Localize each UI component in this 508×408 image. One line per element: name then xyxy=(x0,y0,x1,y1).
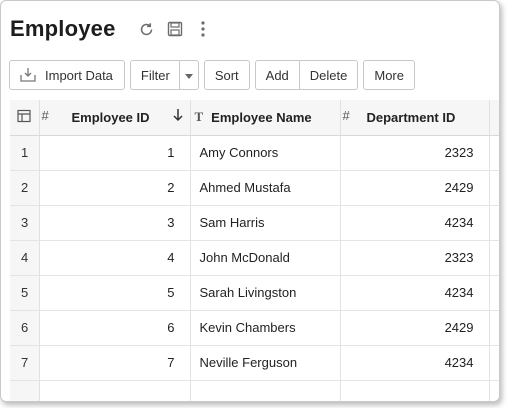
employee-name-cell[interactable]: Sarah Livingston xyxy=(190,275,341,311)
employee-id-cell[interactable]: 3 xyxy=(39,205,191,241)
import-data-label: Import Data xyxy=(45,67,113,83)
employee-id-cell[interactable] xyxy=(39,380,191,401)
employee-table: # Employee ID T Employee Name # Departme… xyxy=(10,100,499,401)
employee-id-cell[interactable]: 7 xyxy=(39,345,191,381)
employee-id-cell[interactable]: 5 xyxy=(39,275,191,311)
filter-dropdown-button[interactable] xyxy=(178,61,198,89)
employee-name-cell[interactable]: Sam Harris xyxy=(190,205,341,241)
filter-group: Filter xyxy=(129,60,199,90)
empty-cell[interactable] xyxy=(489,205,499,241)
department-id-cell[interactable]: 2429 xyxy=(340,310,490,346)
row-number: 4 xyxy=(10,240,40,276)
table-row[interactable]: 4 4 John McDonald 2323 xyxy=(10,240,499,276)
text-type-icon: T xyxy=(194,109,204,125)
table-header-row: # Employee ID T Employee Name # Departme… xyxy=(10,100,499,136)
column-header-department-id[interactable]: # Department ID xyxy=(340,100,490,136)
employee-name-cell[interactable]: Amy Connors xyxy=(190,135,341,171)
filter-button[interactable]: Filter xyxy=(131,61,179,89)
column-header-next[interactable] xyxy=(489,100,499,136)
data-grid: # Employee ID T Employee Name # Departme… xyxy=(10,100,499,401)
row-number: 6 xyxy=(10,310,40,346)
employee-name-cell[interactable] xyxy=(190,380,341,401)
employee-name-cell[interactable]: Ahmed Mustafa xyxy=(190,170,341,206)
department-id-cell[interactable]: 2323 xyxy=(340,135,490,171)
sort-label: Sort xyxy=(214,67,239,83)
table-settings-header[interactable] xyxy=(10,100,40,136)
column-label-department-id: Department ID xyxy=(366,109,456,125)
employee-id-cell[interactable]: 6 xyxy=(39,310,191,346)
employee-name-cell[interactable]: Kevin Chambers xyxy=(190,310,341,346)
empty-cell[interactable] xyxy=(489,135,499,171)
import-icon xyxy=(19,67,37,83)
row-number: 2 xyxy=(10,170,40,206)
empty-cell[interactable] xyxy=(489,380,499,401)
title-row: Employee xyxy=(10,13,212,45)
row-number: 5 xyxy=(10,275,40,311)
employee-name-cell[interactable]: Neville Ferguson xyxy=(190,345,341,381)
employee-name-cell[interactable]: John McDonald xyxy=(190,240,341,276)
empty-cell[interactable] xyxy=(489,240,499,276)
table-row[interactable]: 3 3 Sam Harris 4234 xyxy=(10,205,499,241)
column-header-employee-id[interactable]: # Employee ID xyxy=(39,100,191,136)
column-label-employee-name: Employee Name xyxy=(211,109,312,125)
save-icon[interactable] xyxy=(166,20,184,38)
row-number: 1 xyxy=(10,135,40,171)
row-number: 7 xyxy=(10,345,40,381)
more-group: More xyxy=(363,60,415,90)
more-label: More xyxy=(374,67,404,83)
table-row[interactable]: 2 2 Ahmed Mustafa 2429 xyxy=(10,170,499,206)
empty-cell[interactable] xyxy=(489,170,499,206)
column-header-employee-name[interactable]: T Employee Name xyxy=(190,100,341,136)
more-vertical-icon[interactable] xyxy=(194,20,212,38)
table-row[interactable]: 6 6 Kevin Chambers 2429 xyxy=(10,310,499,346)
sort-descending-icon[interactable] xyxy=(172,108,183,125)
more-button[interactable]: More xyxy=(364,61,414,89)
refresh-icon[interactable] xyxy=(138,20,156,38)
import-group: Import Data xyxy=(9,60,125,90)
table-row[interactable]: 1 1 Amy Connors 2323 xyxy=(10,135,499,171)
app-window: Employee Import Data Filter Sort Add Del… xyxy=(0,0,500,402)
caret-down-icon xyxy=(184,68,193,83)
delete-label: Delete xyxy=(309,67,348,83)
delete-button[interactable]: Delete xyxy=(298,61,358,89)
row-number: 3 xyxy=(10,205,40,241)
department-id-cell[interactable]: 4234 xyxy=(340,275,490,311)
department-id-cell[interactable]: 4234 xyxy=(340,345,490,381)
row-number xyxy=(10,380,40,401)
empty-cell[interactable] xyxy=(489,310,499,346)
employee-id-cell[interactable]: 1 xyxy=(39,135,191,171)
filter-label: Filter xyxy=(140,67,170,83)
import-data-button[interactable]: Import Data xyxy=(10,61,124,89)
sort-button[interactable]: Sort xyxy=(205,61,249,89)
edit-group: Add Delete xyxy=(254,60,359,90)
employee-id-cell[interactable]: 4 xyxy=(39,240,191,276)
table-row[interactable]: 5 5 Sarah Livingston 4234 xyxy=(10,275,499,311)
department-id-cell[interactable]: 2429 xyxy=(340,170,490,206)
department-id-cell[interactable] xyxy=(340,380,490,401)
column-label-employee-id: Employee ID xyxy=(71,109,150,125)
empty-cell[interactable] xyxy=(489,275,499,311)
number-type-icon: # xyxy=(342,108,350,124)
table-row[interactable]: 7 7 Neville Ferguson 4234 xyxy=(10,345,499,381)
table-settings-icon[interactable] xyxy=(17,109,31,126)
department-id-cell[interactable]: 2323 xyxy=(340,240,490,276)
employee-id-cell[interactable]: 2 xyxy=(39,170,191,206)
add-label: Add xyxy=(265,67,289,83)
table-row[interactable] xyxy=(10,380,499,401)
add-button[interactable]: Add xyxy=(256,61,299,89)
page-title: Employee xyxy=(10,16,116,41)
empty-cell[interactable] xyxy=(489,345,499,381)
department-id-cell[interactable]: 4234 xyxy=(340,205,490,241)
toolbar: Import Data Filter Sort Add Delete More xyxy=(9,60,415,90)
number-type-icon: # xyxy=(41,108,49,124)
sort-group: Sort xyxy=(203,60,250,90)
title-actions xyxy=(138,20,212,38)
